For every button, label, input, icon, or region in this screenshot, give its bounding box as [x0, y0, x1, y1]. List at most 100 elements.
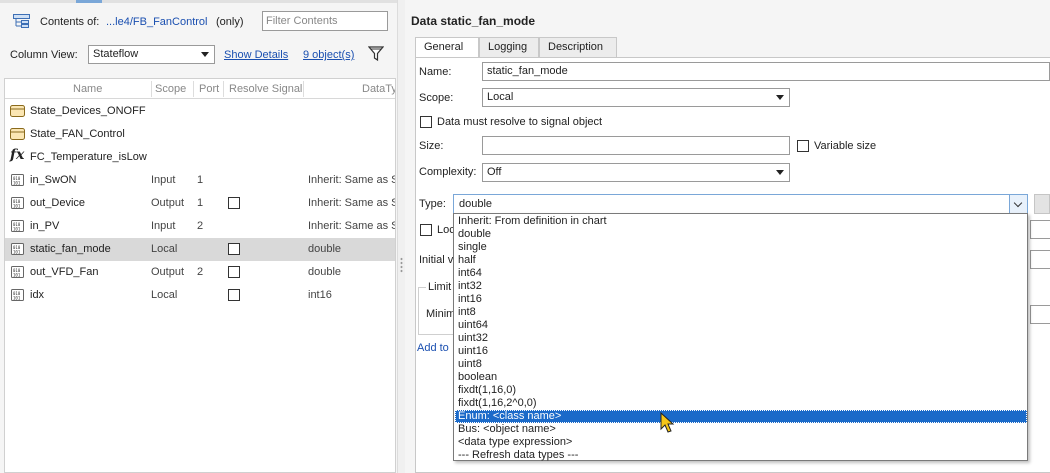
contents-path-link[interactable]: ...le4/FB_FanControl: [106, 16, 208, 28]
row-scope: Output: [151, 266, 185, 278]
row-name: FC_Temperature_isLow: [30, 151, 147, 163]
type-combobox[interactable]: double: [453, 194, 1028, 214]
row-port: 2: [197, 266, 204, 278]
pane-splitter[interactable]: [397, 0, 405, 473]
row-scope: Local: [151, 243, 178, 255]
hierarchy-icon: [13, 14, 30, 28]
type-label: Type:: [419, 198, 446, 210]
type-option[interactable]: half: [455, 254, 1027, 267]
svg-text:101: 101: [13, 181, 21, 186]
type-option[interactable]: fixdt(1,16,2^0,0): [455, 397, 1027, 410]
type-option[interactable]: uint32: [455, 332, 1027, 345]
contents-header: Contents of: ...le4/FB_FanControl (only): [0, 10, 397, 34]
row-scope: Local: [151, 289, 178, 301]
row-name: idx: [30, 289, 45, 301]
name-input[interactable]: static_fan_mode: [482, 62, 1050, 81]
type-dropdown-button[interactable]: [1009, 195, 1027, 213]
resolve-signal-checkbox[interactable]: [228, 289, 240, 301]
data-icon: 010101: [11, 197, 24, 209]
type-option[interactable]: int16: [455, 293, 1027, 306]
row-datatype: int16: [308, 289, 332, 301]
resolve-signal-checkbox[interactable]: [228, 266, 240, 278]
type-option[interactable]: Inherit: From definition in chart: [455, 215, 1027, 228]
add-to-link[interactable]: Add to: [417, 342, 449, 354]
initial-value-label: Initial v: [419, 254, 454, 266]
table-row[interactable]: 010 101 out_Device Output 1 Inherit: Same…: [5, 192, 395, 215]
chevron-down-icon: [776, 95, 784, 100]
show-details-link[interactable]: Show Details: [224, 49, 288, 61]
tab-description[interactable]: Description: [539, 37, 617, 58]
type-option[interactable]: single: [455, 241, 1027, 254]
chevron-down-icon: [201, 52, 209, 57]
type-option[interactable]: double: [455, 228, 1027, 241]
svg-text:101: 101: [13, 227, 21, 232]
table-row[interactable]: 010 101 out_VFD_Fan Output 2 double: [5, 261, 395, 284]
complexity-select[interactable]: Off: [482, 163, 790, 182]
table-row-selected[interactable]: 010 101 static_fan_mode Local double: [5, 238, 395, 261]
type-option[interactable]: int32: [455, 280, 1027, 293]
row-name: State_FAN_Control: [30, 128, 125, 140]
type-option[interactable]: int64: [455, 267, 1027, 280]
row-name: State_Devices_ONOFF: [30, 105, 146, 117]
type-option[interactable]: uint16: [455, 345, 1027, 358]
column-view-row: Column View: Stateflow Show Details 9 ob…: [0, 44, 397, 66]
row-port: 2: [197, 220, 204, 232]
lock-checkbox[interactable]: [420, 224, 432, 236]
complexity-label: Complexity:: [419, 166, 477, 178]
column-view-label: Column View:: [10, 49, 78, 61]
svg-text:101: 101: [13, 296, 21, 301]
resolve-signal-checkbox[interactable]: [228, 197, 240, 209]
table-row[interactable]: 010 101 in_PV Input 2 Inherit: Same as S: [5, 215, 396, 238]
data-icon: 010101: [11, 174, 24, 186]
type-option[interactable]: uint64: [455, 319, 1027, 332]
table-row[interactable]: State_FAN_Control: [5, 123, 395, 146]
variable-size-checkbox[interactable]: [797, 140, 809, 152]
object-count-link[interactable]: 9 object(s): [303, 49, 354, 61]
type-option[interactable]: boolean: [455, 371, 1027, 384]
svg-text:101: 101: [13, 250, 21, 255]
tab-general[interactable]: General: [415, 37, 479, 58]
column-view-select[interactable]: Stateflow: [88, 45, 215, 64]
scope-select[interactable]: Local: [482, 88, 790, 107]
column-header-name[interactable]: Name: [73, 83, 102, 95]
type-option[interactable]: <data type expression>: [455, 436, 1027, 449]
resolve-signal-object-label: Data must resolve to signal object: [437, 116, 603, 128]
contents-table: Name Scope Port Resolve Signal DataTy St…: [4, 78, 396, 473]
row-scope: Output: [151, 197, 185, 209]
table-row[interactable]: State_Devices_ONOFF: [5, 100, 395, 123]
filter-funnel-icon[interactable]: [368, 46, 384, 62]
row-name: out_VFD_Fan: [30, 266, 99, 278]
type-option[interactable]: int8: [455, 306, 1027, 319]
data-icon: 010101: [11, 220, 24, 232]
scope-value: Local: [487, 91, 514, 103]
column-header-resolve-signal[interactable]: Resolve Signal: [229, 83, 302, 95]
svg-text:101: 101: [13, 204, 21, 209]
data-type-assistant-button[interactable]: [1034, 194, 1050, 214]
limit-range-label: Limit: [426, 281, 454, 293]
row-name: in_SwON: [30, 174, 77, 186]
type-option[interactable]: --- Refresh data types ---: [455, 449, 1027, 462]
type-option[interactable]: fixdt(1,16,0): [455, 384, 1027, 397]
variable-size-label: Variable size: [814, 140, 877, 152]
contents-of-label: Contents of:: [40, 16, 100, 28]
splitter-grip-icon[interactable]: [400, 257, 403, 273]
minimum-label: Minim: [426, 308, 456, 320]
size-input[interactable]: [482, 136, 790, 155]
data-icon: 010101: [11, 266, 24, 278]
table-row[interactable]: 010 101 idx Local int16: [5, 284, 395, 307]
type-option[interactable]: uint8: [455, 358, 1027, 371]
filter-contents-input[interactable]: [262, 11, 388, 31]
type-option-highlighted[interactable]: Enum: <class name>: [455, 410, 1027, 423]
resolve-signal-checkbox[interactable]: [228, 243, 240, 255]
row-datatype: Inherit: Same as S: [308, 220, 396, 232]
type-option[interactable]: Bus: <object name>: [455, 423, 1027, 436]
table-row[interactable]: fx FC_Temperature_isLow: [5, 146, 395, 169]
column-header-port[interactable]: Port: [199, 83, 219, 95]
resolve-signal-object-checkbox[interactable]: [420, 116, 432, 128]
tab-logging[interactable]: Logging: [479, 37, 539, 58]
size-label: Size:: [419, 140, 444, 152]
table-row[interactable]: 010 101 in_SwON Input 1 Inherit: Same as …: [5, 169, 395, 192]
column-header-datatype[interactable]: DataTy: [362, 83, 395, 95]
chevron-down-icon: [1013, 198, 1023, 208]
column-header-scope[interactable]: Scope: [155, 83, 186, 95]
